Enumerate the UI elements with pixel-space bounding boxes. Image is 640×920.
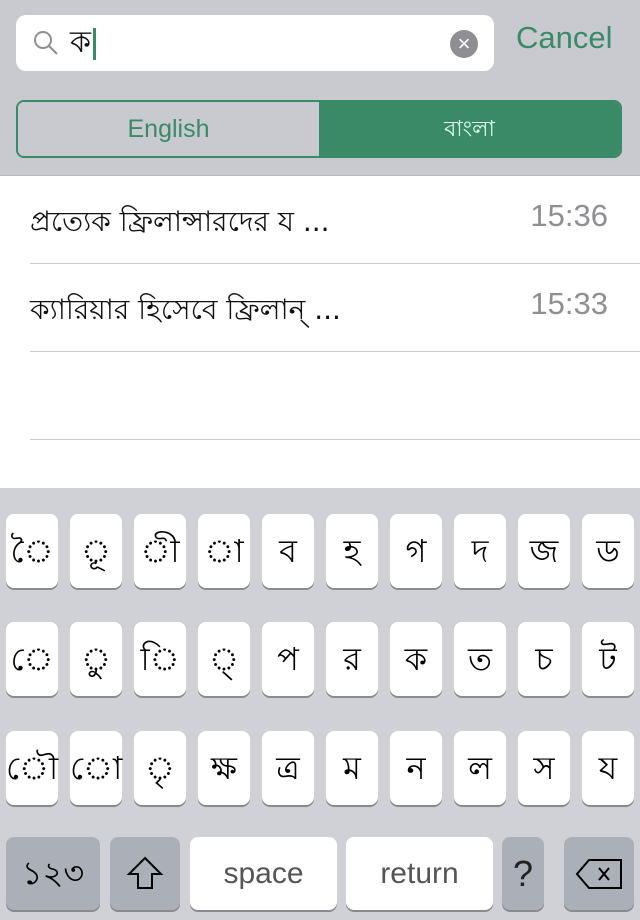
shift-icon	[126, 856, 164, 889]
key[interactable]: র	[326, 622, 378, 696]
key[interactable]: ◌ু	[70, 622, 122, 696]
key[interactable]: ব	[262, 514, 314, 588]
key[interactable]: ◌্	[198, 622, 250, 696]
key[interactable]: য	[582, 731, 634, 805]
return-key[interactable]: return	[346, 837, 493, 910]
backspace-icon	[575, 859, 622, 889]
key[interactable]: ল	[454, 731, 506, 805]
numbers-key[interactable]: ১২৩	[6, 837, 100, 910]
clear-icon[interactable]: ×	[450, 30, 478, 58]
key[interactable]: ম	[326, 731, 378, 805]
language-segmented-control: English বাংলা	[16, 100, 622, 158]
space-key[interactable]: space	[190, 837, 337, 910]
key[interactable]: দ	[454, 514, 506, 588]
question-key[interactable]: ?	[502, 837, 544, 910]
key[interactable]: ◌া	[198, 514, 250, 588]
search-input[interactable]: ক ×	[16, 15, 494, 71]
key[interactable]: ক্ষ	[198, 731, 250, 805]
key[interactable]: ◌ো	[70, 731, 122, 805]
key[interactable]: ◌ূ	[70, 514, 122, 588]
shift-key[interactable]	[110, 837, 180, 910]
cancel-button[interactable]: Cancel	[516, 20, 613, 56]
key[interactable]: ক	[390, 622, 442, 696]
key[interactable]: ত	[454, 622, 506, 696]
key[interactable]: স	[518, 731, 570, 805]
key[interactable]: হ	[326, 514, 378, 588]
search-icon	[34, 31, 58, 55]
result-time: 15:36	[530, 198, 608, 233]
search-header: ক × Cancel English বাংলা	[0, 0, 640, 176]
key[interactable]: ◌ৈ	[6, 514, 58, 588]
key[interactable]: প	[262, 622, 314, 696]
key[interactable]: জ	[518, 514, 570, 588]
key[interactable]: ◌ি	[134, 622, 186, 696]
segment-english[interactable]: English	[18, 102, 319, 156]
key[interactable]: ট	[582, 622, 634, 696]
text-caret	[93, 28, 96, 61]
result-title: প্রত্যেক ফ্রিলান্সারদের য ...	[30, 205, 330, 238]
segment-bangla[interactable]: বাংলা	[319, 102, 620, 156]
empty-row	[30, 352, 640, 440]
key[interactable]: ◌ৌ	[6, 731, 58, 805]
key[interactable]: ন	[390, 731, 442, 805]
keyboard: ১২৩ space return ? ◌ৈ ◌ূ ◌ী ◌া ব হ গ দ জ ড ◌ে ◌ু ◌ি ◌…	[0, 488, 640, 920]
key[interactable]: ◌ৃ	[134, 731, 186, 805]
key[interactable]: ড	[582, 514, 634, 588]
result-title: ক্যারিয়ার হিসেবে ফ্রিলান্ ...	[30, 293, 341, 326]
key[interactable]: ◌ে	[6, 622, 58, 696]
key[interactable]: গ	[390, 514, 442, 588]
key[interactable]: ◌ী	[134, 514, 186, 588]
result-row[interactable]: ক্যারিয়ার হিসেবে ফ্রিলান্ ... 15:33	[30, 264, 640, 352]
key[interactable]: চ	[518, 622, 570, 696]
result-time: 15:33	[530, 286, 608, 321]
key[interactable]: ত্র	[262, 731, 314, 805]
delete-key[interactable]	[564, 837, 634, 910]
result-row[interactable]: প্রত্যেক ফ্রিলান্সারদের য ... 15:36	[30, 176, 640, 264]
search-query: ক	[70, 26, 91, 59]
